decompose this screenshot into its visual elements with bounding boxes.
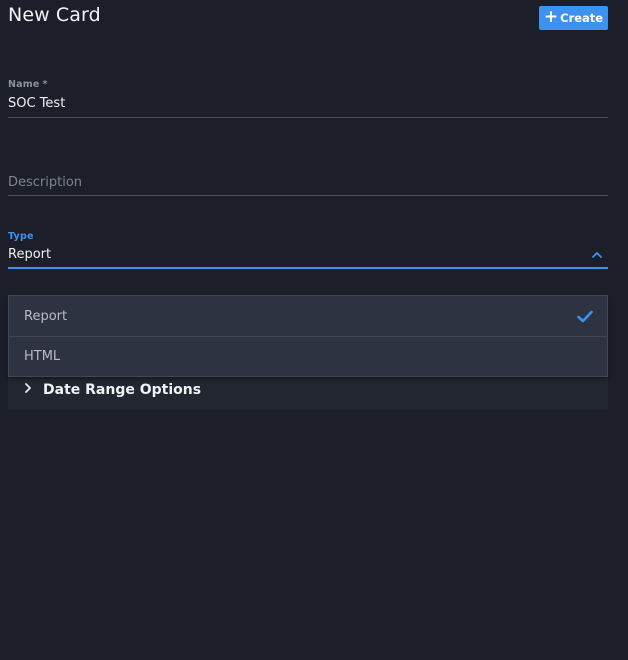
chevron-right-icon bbox=[25, 383, 31, 393]
type-underline bbox=[8, 267, 608, 269]
dropdown-option-report[interactable]: Report bbox=[9, 296, 607, 336]
check-icon bbox=[577, 310, 593, 322]
type-label: Type bbox=[8, 231, 34, 242]
description-underline bbox=[8, 195, 608, 196]
name-label: Name * bbox=[8, 79, 48, 90]
description-input[interactable]: Description bbox=[8, 175, 608, 190]
new-card-page: New Card + Create Name * SOC Test Descrip… bbox=[0, 0, 628, 660]
plus-icon: + bbox=[543, 6, 559, 27]
create-button[interactable]: + Create bbox=[539, 6, 608, 30]
required-mark: * bbox=[42, 79, 48, 90]
name-field[interactable]: Name * SOC Test bbox=[8, 79, 608, 118]
chevron-up-icon[interactable] bbox=[592, 251, 602, 259]
option-label: HTML bbox=[24, 349, 61, 364]
option-label: Report bbox=[24, 308, 68, 324]
type-select-row[interactable]: Report bbox=[8, 247, 608, 262]
name-underline bbox=[8, 117, 608, 118]
create-button-label: Create bbox=[560, 11, 604, 25]
page-title: New Card bbox=[8, 4, 101, 26]
type-select-value: Report bbox=[8, 247, 52, 262]
type-dropdown-menu: Report HTML bbox=[8, 295, 608, 377]
type-select[interactable]: Type Report bbox=[8, 231, 608, 269]
dropdown-option-html[interactable]: HTML bbox=[9, 336, 607, 376]
name-input[interactable]: SOC Test bbox=[8, 96, 608, 111]
description-field[interactable]: Description bbox=[8, 175, 608, 196]
date-range-options-label: Date Range Options bbox=[43, 382, 202, 398]
